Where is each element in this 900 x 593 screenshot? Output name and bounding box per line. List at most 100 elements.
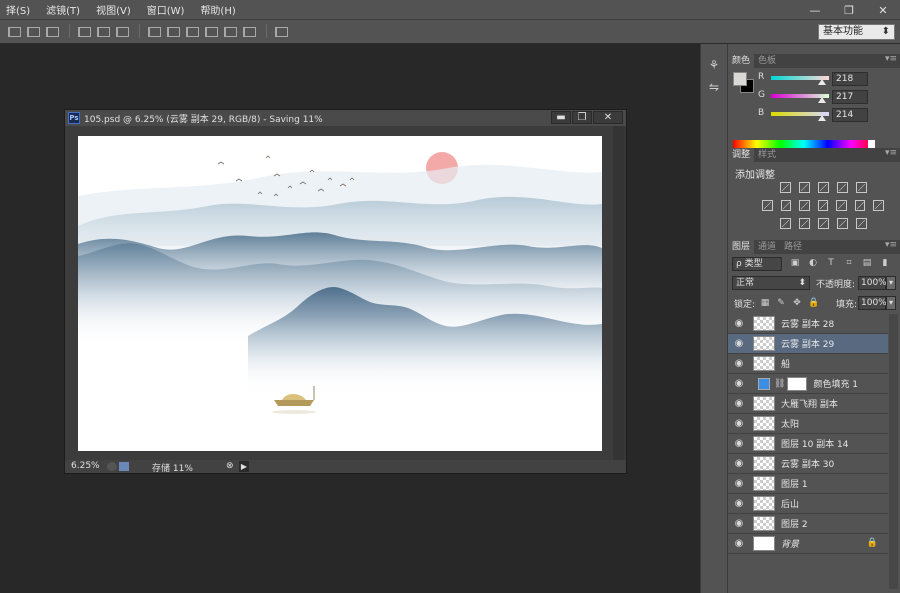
distribute-left-icon[interactable] <box>203 24 218 38</box>
selective-color-icon[interactable] <box>836 218 848 229</box>
tab-paths[interactable]: 路径 <box>780 240 806 254</box>
document-profile-icon[interactable] <box>119 462 129 471</box>
eye-icon[interactable]: ◉ <box>728 338 750 349</box>
distribute-hcenter-icon[interactable] <box>222 24 237 38</box>
distribute-bottom-icon[interactable] <box>184 24 199 38</box>
menu-help[interactable]: 帮助(H) <box>200 2 235 17</box>
align-bottom-icon[interactable] <box>114 24 129 38</box>
color-balance-icon[interactable] <box>799 200 810 211</box>
lock-position-icon[interactable]: ✥ <box>792 298 802 308</box>
eye-icon[interactable]: ◉ <box>728 438 750 449</box>
photo-filter-icon[interactable] <box>836 200 847 211</box>
threshold-icon[interactable] <box>817 218 829 229</box>
filter-toggle-icon[interactable]: ▮ <box>880 258 890 268</box>
layer-row[interactable]: ◉ 图层 2 <box>728 514 888 534</box>
document-title-bar[interactable]: Ps 105.psd @ 6.25% (云雾 副本 29, RGB/8) - S… <box>65 110 626 126</box>
red-value-field[interactable]: 218 <box>832 72 868 86</box>
tab-color[interactable]: 颜色 <box>728 54 755 68</box>
green-value-field[interactable]: 217 <box>832 90 868 104</box>
eye-icon[interactable]: ◉ <box>728 518 750 529</box>
brightness-contrast-icon[interactable] <box>779 182 791 193</box>
align-right-icon[interactable] <box>44 24 59 38</box>
tab-swatches[interactable]: 色板 <box>754 54 780 68</box>
layer-row[interactable]: ◉ 大雁飞翔 副本 <box>728 394 888 414</box>
distribute-top-icon[interactable] <box>146 24 161 38</box>
blue-slider-handle[interactable] <box>818 115 826 121</box>
eye-icon[interactable]: ◉ <box>728 498 750 509</box>
layer-row-selected[interactable]: ◉ 云雾 副本 29 <box>728 334 888 354</box>
menu-window[interactable]: 窗口(W) <box>147 2 185 17</box>
minimize-button[interactable]: — <box>798 0 832 20</box>
opacity-field[interactable]: 100% <box>858 276 887 290</box>
align-vcenter-icon[interactable] <box>95 24 110 38</box>
green-slider-handle[interactable] <box>818 97 826 103</box>
blue-value-field[interactable]: 214 <box>832 108 868 122</box>
layer-row[interactable]: ◉ 云雾 副本 30 <box>728 454 888 474</box>
align-left-icon[interactable] <box>6 24 21 38</box>
layers-scrollbar[interactable] <box>889 314 898 589</box>
eye-icon[interactable]: ◉ <box>728 478 750 489</box>
gradient-map-icon[interactable] <box>855 218 867 229</box>
panel-menu-icon[interactable]: ▾≡ <box>885 240 897 250</box>
layer-row[interactable]: ◉ 太阳 <box>728 414 888 434</box>
doc-minimize-button[interactable]: ▬ <box>551 111 571 124</box>
panel-menu-icon[interactable]: ▾≡ <box>885 54 897 64</box>
doc-close-button[interactable]: ✕ <box>593 111 623 124</box>
levels-icon[interactable] <box>798 182 810 193</box>
layer-row[interactable]: ◉ 后山 <box>728 494 888 514</box>
curves-icon[interactable] <box>817 182 829 193</box>
align-hcenter-icon[interactable] <box>25 24 40 38</box>
hue-saturation-icon[interactable] <box>780 200 792 211</box>
smart-object-filter-icon[interactable]: ▤ <box>862 258 872 268</box>
document-scrollbar[interactable] <box>613 126 625 460</box>
tab-adjustments[interactable]: 调整 <box>728 148 755 162</box>
eye-icon[interactable]: ◉ <box>728 398 750 409</box>
layer-kind-select[interactable]: ρ 类型 <box>732 257 782 271</box>
status-menu-arrow-icon[interactable]: ▶ <box>239 461 249 472</box>
tab-styles[interactable]: 样式 <box>754 148 780 162</box>
workspace-select[interactable]: 基本功能 ⬍ <box>818 24 895 40</box>
channel-mixer-icon[interactable] <box>854 200 866 211</box>
foreground-color-swatch[interactable] <box>733 72 747 86</box>
menu-view[interactable]: 视图(V) <box>96 2 131 17</box>
eye-icon[interactable]: ◉ <box>728 418 750 429</box>
color-lookup-icon[interactable] <box>873 200 885 211</box>
maximize-button[interactable]: ❐ <box>832 0 866 20</box>
invert-icon[interactable] <box>779 218 791 229</box>
adjustment-filter-icon[interactable]: ◐ <box>808 258 818 268</box>
properties-icon[interactable]: ⇋ <box>705 80 723 96</box>
opacity-dropdown-icon[interactable]: ▾ <box>886 276 896 290</box>
shape-filter-icon[interactable]: ⌗ <box>844 258 854 268</box>
blend-mode-select[interactable]: 正常 ⬍ <box>732 276 810 290</box>
history-brush-icon[interactable]: ⚘ <box>705 58 723 74</box>
menu-filter[interactable]: 滤镜(T) <box>46 2 80 17</box>
close-button[interactable]: ✕ <box>866 0 900 20</box>
doc-maximize-button[interactable]: ❐ <box>572 111 592 124</box>
distribute-right-icon[interactable] <box>241 24 256 38</box>
auto-align-icon[interactable] <box>273 24 288 38</box>
zoom-level[interactable]: 6.25% <box>71 461 100 471</box>
lock-all-icon[interactable]: 🔒 <box>808 298 819 308</box>
layer-row[interactable]: ◉ 图层 1 <box>728 474 888 494</box>
vibrance-icon[interactable] <box>761 200 773 211</box>
layer-row[interactable]: ◉ 船 <box>728 354 888 374</box>
layer-row[interactable]: ◉ ⛓ 颜色填充 1 <box>728 374 888 394</box>
pixel-filter-icon[interactable]: ▣ <box>790 258 800 268</box>
menu-select[interactable]: 择(S) <box>6 2 30 17</box>
fill-field[interactable]: 100% <box>858 296 887 310</box>
eye-icon[interactable]: ◉ <box>728 378 750 389</box>
cancel-icon[interactable]: ⊗ <box>226 461 234 471</box>
fill-dropdown-icon[interactable]: ▾ <box>886 296 896 310</box>
layer-row[interactable]: ◉ 背景 🔒 <box>728 534 888 554</box>
align-top-icon[interactable] <box>76 24 91 38</box>
exposure-icon[interactable] <box>836 182 848 193</box>
eye-icon[interactable]: ◉ <box>728 538 750 549</box>
document-canvas[interactable] <box>78 136 602 451</box>
black-white-icon[interactable] <box>817 200 829 211</box>
red-slider-handle[interactable] <box>818 79 826 85</box>
gradient-triangle-icon[interactable] <box>855 182 867 193</box>
distribute-vcenter-icon[interactable] <box>165 24 180 38</box>
type-filter-icon[interactable]: T <box>826 258 836 268</box>
layer-row[interactable]: ◉ 云雾 副本 28 <box>728 314 888 334</box>
tab-channels[interactable]: 通道 <box>754 240 780 254</box>
